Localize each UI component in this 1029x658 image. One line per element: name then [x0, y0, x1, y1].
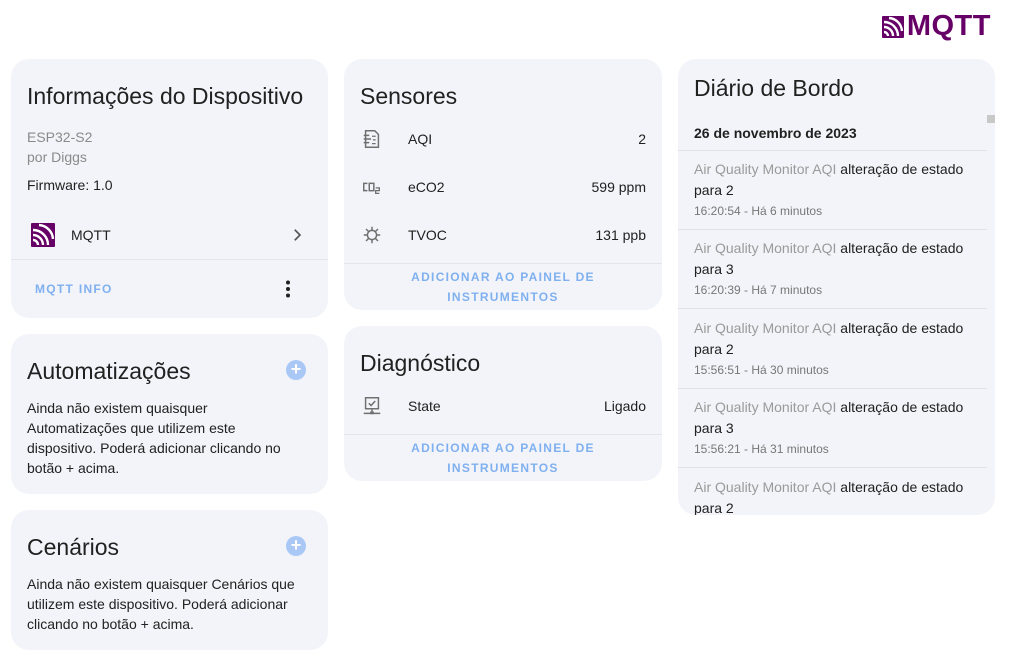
integration-label: MQTT: [71, 227, 111, 243]
automations-empty-text: Ainda não existem quaisquer Automatizaçõ…: [27, 400, 281, 476]
diagnostics-title: Diagnóstico: [360, 350, 481, 376]
divider: [11, 259, 328, 260]
diagnostic-value: Ligado: [603, 398, 646, 414]
add-to-dashboard-button[interactable]: ADICIONAR AO PAINEL DE INSTRUMENTOS: [404, 438, 602, 478]
dots-vertical-icon: [286, 280, 290, 298]
log-entry-source[interactable]: Air Quality Monitor AQI: [694, 479, 836, 495]
log-entry-time: 15:56:51 - Há 30 minutos: [694, 363, 829, 377]
sensor-name: eCO2: [408, 179, 445, 195]
device-info-card: Informações do Dispositivo ESP32-S2 por …: [11, 59, 328, 318]
logbook-title: Diário de Bordo: [694, 75, 854, 101]
log-entry-time: 16:20:54 - Há 6 minutos: [694, 204, 823, 218]
automations-title: Automatizações: [27, 358, 191, 384]
mqtt-icon: [31, 223, 55, 247]
sensor-row-aqi[interactable]: AQI 2: [360, 127, 646, 151]
device-firmware: Firmware: 1.0: [27, 177, 113, 193]
logbook-entry[interactable]: Air Quality Monitor AQI alteração de est…: [694, 238, 979, 297]
divider: [678, 150, 987, 151]
mqtt-info-button[interactable]: MQTT INFO: [35, 279, 113, 299]
automations-card: Automatizações + Ainda não existem quais…: [11, 334, 328, 494]
sensor-row-eco2[interactable]: eCO2 599 ppm: [360, 175, 646, 199]
sensor-value: 131 ppb: [595, 227, 646, 243]
logbook-entry[interactable]: Air Quality Monitor AQI alteração de est…: [694, 477, 979, 515]
log-entry-source[interactable]: Air Quality Monitor AQI: [694, 161, 836, 177]
sensors-card: Sensores AQI 2 eCO2 599 ppm TVOC 131 ppb…: [344, 59, 662, 310]
diagnostic-row-state[interactable]: State Ligado: [360, 394, 646, 418]
air-filter-icon: [360, 127, 384, 151]
chevron-right-icon: [294, 229, 302, 241]
sensor-name: AQI: [408, 131, 433, 147]
log-entry-time: 15:56:21 - Há 31 minutos: [694, 442, 829, 456]
diagnostic-name: State: [408, 398, 441, 414]
sensor-name: TVOC: [408, 227, 447, 243]
sensor-value: 599 ppm: [591, 179, 646, 195]
sensor-row-tvoc[interactable]: TVOC 131 ppb: [360, 223, 646, 247]
add-automation-button[interactable]: +: [286, 360, 306, 380]
diagnostics-card: Diagnóstico State Ligado ADICIONAR AO PA…: [344, 326, 662, 481]
logbook-entry[interactable]: Air Quality Monitor AQI alteração de est…: [694, 159, 979, 218]
log-entry-source[interactable]: Air Quality Monitor AQI: [694, 320, 836, 336]
logo-text: MQTT: [906, 10, 991, 42]
mqtt-icon: [881, 15, 904, 38]
device-info-title: Informações do Dispositivo: [27, 83, 304, 109]
log-entry-source[interactable]: Air Quality Monitor AQI: [694, 240, 836, 256]
device-model: ESP32-S2: [27, 129, 93, 145]
divider: [678, 229, 987, 230]
divider: [678, 388, 987, 389]
divider: [678, 308, 987, 309]
logbook-card: Diário de Bordo 26 de novembro de 2023 A…: [678, 59, 995, 515]
virus-icon: [360, 223, 384, 247]
logbook-scrollbar-thumb[interactable]: [987, 115, 995, 123]
log-entry-time: 16:20:39 - Há 7 minutos: [694, 283, 823, 297]
divider: [678, 467, 987, 468]
logbook-date: 26 de novembro de 2023: [694, 125, 857, 141]
sensor-value: 2: [638, 131, 646, 147]
more-options-button[interactable]: [276, 277, 300, 301]
integration-row[interactable]: MQTT: [11, 217, 328, 253]
mqtt-logo: MQTT: [881, 10, 991, 43]
divider: [344, 434, 662, 435]
logbook-scroll-area[interactable]: 26 de novembro de 2023 Air Quality Monit…: [678, 115, 987, 515]
lan-connect-icon: [360, 394, 384, 418]
add-scene-button[interactable]: +: [286, 536, 306, 556]
logbook-entry[interactable]: Air Quality Monitor AQI alteração de est…: [694, 397, 979, 456]
log-entry-source[interactable]: Air Quality Monitor AQI: [694, 399, 836, 415]
scenes-empty-text: Ainda não existem quaisquer Cenários que…: [27, 576, 295, 632]
divider: [344, 263, 662, 264]
logbook-entry[interactable]: Air Quality Monitor AQI alteração de est…: [694, 318, 979, 377]
scenes-title: Cenários: [27, 534, 120, 560]
device-manufacturer: por Diggs: [27, 149, 87, 165]
sensors-title: Sensores: [360, 83, 458, 109]
add-to-dashboard-button[interactable]: ADICIONAR AO PAINEL DE INSTRUMENTOS: [404, 267, 602, 307]
molecule-co2-icon: [360, 175, 384, 199]
scenes-card: Cenários + Ainda não existem quaisquer C…: [11, 510, 328, 650]
